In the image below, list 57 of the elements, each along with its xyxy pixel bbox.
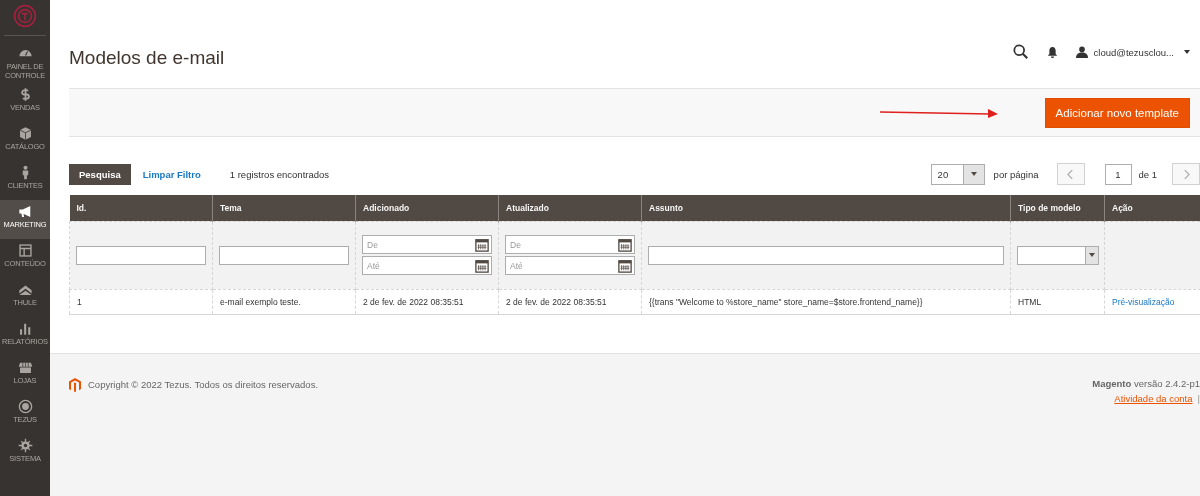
table-cell: e-mail exemplo teste. [220, 296, 301, 307]
notification-icon[interactable] [1046, 45, 1058, 59]
column-header[interactable]: Adicionado [355, 195, 499, 221]
badge-icon [17, 399, 33, 414]
previous-page-button[interactable] [1056, 163, 1085, 185]
column-header[interactable]: Ação [1104, 195, 1200, 221]
account-activity-link[interactable]: Atividade da conta [1114, 392, 1193, 404]
page-field[interactable]: 1 [1104, 163, 1132, 185]
chevron-left-icon [1067, 168, 1074, 180]
page-total: de 1 [1138, 168, 1157, 180]
user-icon [1075, 46, 1088, 58]
clear-filter-link[interactable]: Limpar Filtro [142, 168, 201, 180]
filter-field[interactable] [76, 245, 206, 265]
logo-icon[interactable] [13, 4, 37, 28]
column-header[interactable]: Atualizado [498, 195, 642, 221]
search-button[interactable]: Pesquisa [69, 163, 131, 185]
table-cell: HTML [1018, 296, 1042, 307]
calendar-icon[interactable] [618, 258, 632, 273]
date-field[interactable]: De [505, 235, 635, 254]
column-header[interactable]: Tema [212, 195, 356, 221]
table-cell: {{trans "Welcome to %store_name" store_name=$store.frontend_name}} [649, 296, 923, 307]
store-icon [17, 360, 33, 375]
table-cell: 2 de fev. de 2022 08:35:51 [363, 296, 464, 307]
caret-icon [1184, 50, 1190, 54]
date-field[interactable]: Até [505, 256, 635, 275]
per-page-select[interactable]: 20 [930, 163, 985, 185]
layout-icon [17, 243, 33, 258]
add-template-button[interactable]: Adicionar novo template [1044, 97, 1190, 128]
column-header[interactable]: Tipo de modelo [1010, 195, 1105, 221]
filter-field[interactable] [648, 245, 1004, 265]
date-field[interactable]: Até [362, 256, 492, 275]
date-field[interactable]: De [362, 235, 492, 254]
search-icon[interactable] [1012, 44, 1029, 60]
calendar-icon[interactable] [475, 237, 489, 252]
chevron-up-icon [17, 282, 33, 297]
version-text: Magento versão 2.4.2-p1 [1092, 377, 1200, 389]
box-icon [17, 126, 33, 141]
column-header[interactable]: Id. [69, 195, 213, 221]
settings-icon [17, 438, 33, 453]
chevron-right-icon [1182, 168, 1190, 180]
megaphone-icon [17, 204, 33, 219]
filter-select[interactable] [1017, 245, 1099, 265]
calendar-icon[interactable] [618, 237, 632, 252]
next-page-button[interactable] [1172, 163, 1200, 185]
records-count: 1 registros encontrados [229, 168, 330, 180]
magento-logo-icon [69, 377, 81, 392]
page-title: Modelos de e-mail [69, 47, 225, 69]
separator-text: | [1197, 392, 1200, 404]
bar-chart-icon [17, 321, 33, 336]
table-cell: 2 de fev. de 2022 08:35:51 [506, 296, 607, 307]
calendar-icon[interactable] [475, 258, 489, 273]
column-header[interactable]: Assunto [641, 195, 1011, 221]
user-menu[interactable]: cloud@tezusclou... [1075, 46, 1190, 58]
per-page-label: por página [993, 168, 1039, 180]
filter-field[interactable] [219, 245, 349, 265]
copyright-text: Copyright © 2022 Tezus. Todos os direitos reservados. [88, 379, 319, 390]
table-cell: 1 [77, 296, 82, 307]
